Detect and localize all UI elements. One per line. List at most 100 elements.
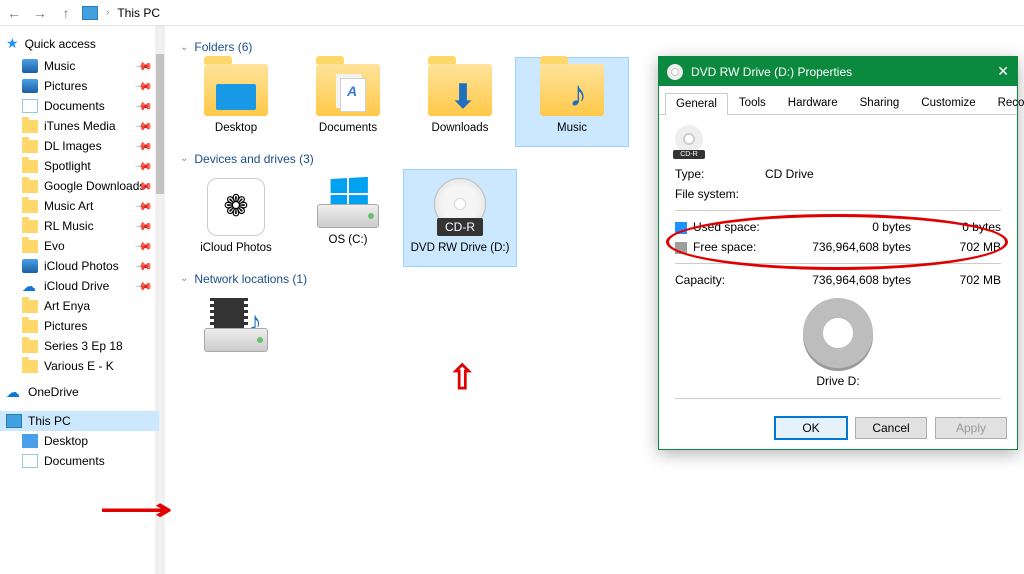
- sidebar-item[interactable]: Various E - K: [0, 356, 159, 376]
- capacity-bytes: 736,964,608 bytes: [765, 273, 931, 287]
- sidebar-item-label: Music Art: [44, 199, 93, 213]
- tab-recording[interactable]: Recording: [987, 92, 1024, 114]
- sidebar-desktop[interactable]: Desktop: [0, 431, 159, 451]
- tab-customize[interactable]: Customize: [910, 92, 986, 114]
- sidebar-item-label: Various E - K: [44, 359, 114, 373]
- sidebar-item-label: Series 3 Ep 18: [44, 339, 123, 353]
- tab-hardware[interactable]: Hardware: [777, 92, 849, 114]
- sidebar-item-label: iCloud Drive: [44, 279, 109, 293]
- folder-label: Music: [520, 122, 624, 136]
- pin-icon: 📌: [135, 237, 154, 256]
- pin-icon: 📌: [135, 257, 154, 276]
- sidebar-item[interactable]: Music📌: [0, 56, 159, 76]
- folder-icon: [22, 200, 38, 213]
- filesystem-label: File system:: [675, 187, 765, 201]
- sidebar-item[interactable]: ☁iCloud Drive📌: [0, 276, 159, 296]
- apply-button[interactable]: Apply: [935, 417, 1007, 439]
- sidebar-item[interactable]: Evo📌: [0, 236, 159, 256]
- onedrive-header[interactable]: ☁ OneDrive: [0, 382, 159, 403]
- drive-label: OS (C:): [296, 234, 400, 248]
- pin-icon: 📌: [135, 97, 154, 116]
- nav-back-icon[interactable]: ←: [4, 5, 24, 21]
- sidebar-item-label: Pictures: [44, 319, 87, 333]
- ok-button[interactable]: OK: [775, 417, 847, 439]
- folder-icon: [22, 220, 38, 233]
- nav-fwd-icon[interactable]: →: [30, 5, 50, 21]
- folder-icon: [22, 340, 38, 353]
- documents-label: Documents: [44, 454, 105, 468]
- pin-icon: 📌: [135, 197, 154, 216]
- disc-icon: [667, 64, 683, 80]
- sidebar-item[interactable]: Documents 📌: [0, 96, 159, 116]
- documents-icon: [22, 454, 38, 468]
- drive-label: DVD RW Drive (D:): [408, 242, 512, 256]
- onedrive-label: OneDrive: [28, 385, 79, 399]
- dialog-title: DVD RW Drive (D:) Properties: [691, 65, 852, 79]
- chevron-right-icon[interactable]: ›: [106, 7, 109, 18]
- doc-icon: [22, 99, 38, 113]
- sidebar-item[interactable]: Music Art 📌: [0, 196, 159, 216]
- sidebar-item-label: DL Images: [44, 139, 102, 153]
- close-button[interactable]: ✕: [997, 63, 1009, 80]
- pin-icon: 📌: [135, 217, 154, 236]
- folder-music[interactable]: ♪ Music: [516, 58, 628, 146]
- capacity-label: Capacity:: [675, 273, 765, 287]
- folder-label: Documents: [296, 122, 400, 136]
- address-bar[interactable]: ← → ↑ › This PC: [0, 0, 1024, 26]
- sidebar-this-pc[interactable]: This PC: [0, 411, 159, 431]
- drives-title: Devices and drives (3): [194, 152, 313, 166]
- sidebar-item[interactable]: DL Images 📌: [0, 136, 159, 156]
- cancel-button[interactable]: Cancel: [855, 417, 927, 439]
- sidebar-item[interactable]: Spotlight📌: [0, 156, 159, 176]
- folder-icon: [22, 300, 38, 313]
- annotation-arrow-icon: ⟶: [100, 493, 172, 526]
- annotation-oval-icon: [666, 214, 1008, 270]
- desktop-label: Desktop: [44, 434, 88, 448]
- nav-up-icon[interactable]: ↑: [56, 5, 76, 21]
- sidebar-item[interactable]: Pictures📌: [0, 76, 159, 96]
- pin-icon: 📌: [135, 57, 154, 76]
- dialog-tabs: GeneralToolsHardwareSharingCustomizeReco…: [659, 86, 1017, 115]
- drive-icloud-photos[interactable]: ❁ iCloud Photos: [180, 170, 292, 266]
- folder-documents[interactable]: Documents: [292, 58, 404, 146]
- sidebar-documents[interactable]: Documents: [0, 451, 159, 471]
- this-pc-icon: [82, 6, 98, 20]
- chevron-down-icon: ⌄: [180, 153, 188, 164]
- dialog-titlebar[interactable]: DVD RW Drive (D:) Properties ✕: [659, 57, 1017, 86]
- sidebar-item-label: Documents: [44, 99, 105, 113]
- sidebar-item[interactable]: iCloud Photos📌: [0, 256, 159, 276]
- this-pc-label: This PC: [28, 414, 71, 428]
- tab-sharing[interactable]: Sharing: [849, 92, 911, 114]
- tab-tools[interactable]: Tools: [728, 92, 777, 114]
- music-icon: [22, 59, 38, 73]
- folders-title: Folders (6): [194, 40, 252, 54]
- sidebar-item[interactable]: RL Music📌: [0, 216, 159, 236]
- drive-dvd-rw[interactable]: CD-R DVD RW Drive (D:): [404, 170, 516, 266]
- drive-os-c[interactable]: OS (C:): [292, 170, 404, 266]
- sidebar-item-label: iTunes Media: [44, 119, 116, 133]
- sidebar-item[interactable]: Google Downloads📌: [0, 176, 159, 196]
- folder-downloads[interactable]: ⬇ Downloads: [404, 58, 516, 146]
- desktop-icon: [22, 434, 38, 448]
- sidebar-item[interactable]: Pictures: [0, 316, 159, 336]
- breadcrumb-location[interactable]: This PC: [117, 6, 160, 20]
- tab-general[interactable]: General: [665, 93, 728, 115]
- folder-icon: [22, 180, 38, 193]
- network-location[interactable]: ♪: [180, 290, 292, 362]
- quick-access-label: Quick access: [25, 37, 96, 51]
- sidebar-item[interactable]: Series 3 Ep 18: [0, 336, 159, 356]
- star-icon: ★: [6, 35, 19, 52]
- cdr-icon: [675, 125, 703, 153]
- annotation-arrow-icon: ⇧: [448, 358, 477, 398]
- capacity-pie-icon: [803, 298, 873, 368]
- folder-desktop[interactable]: Desktop: [180, 58, 292, 146]
- folder-icon: [22, 120, 38, 133]
- folder-label: Desktop: [184, 122, 288, 136]
- quick-access-header[interactable]: ★ Quick access: [0, 32, 159, 56]
- sidebar-item-label: Pictures: [44, 79, 87, 93]
- pin-icon: 📌: [135, 137, 154, 156]
- pic-icon: [22, 259, 38, 273]
- folders-section-header[interactable]: ⌄ Folders (6): [180, 40, 1012, 54]
- sidebar-item[interactable]: Art Enya: [0, 296, 159, 316]
- sidebar-item[interactable]: iTunes Media📌: [0, 116, 159, 136]
